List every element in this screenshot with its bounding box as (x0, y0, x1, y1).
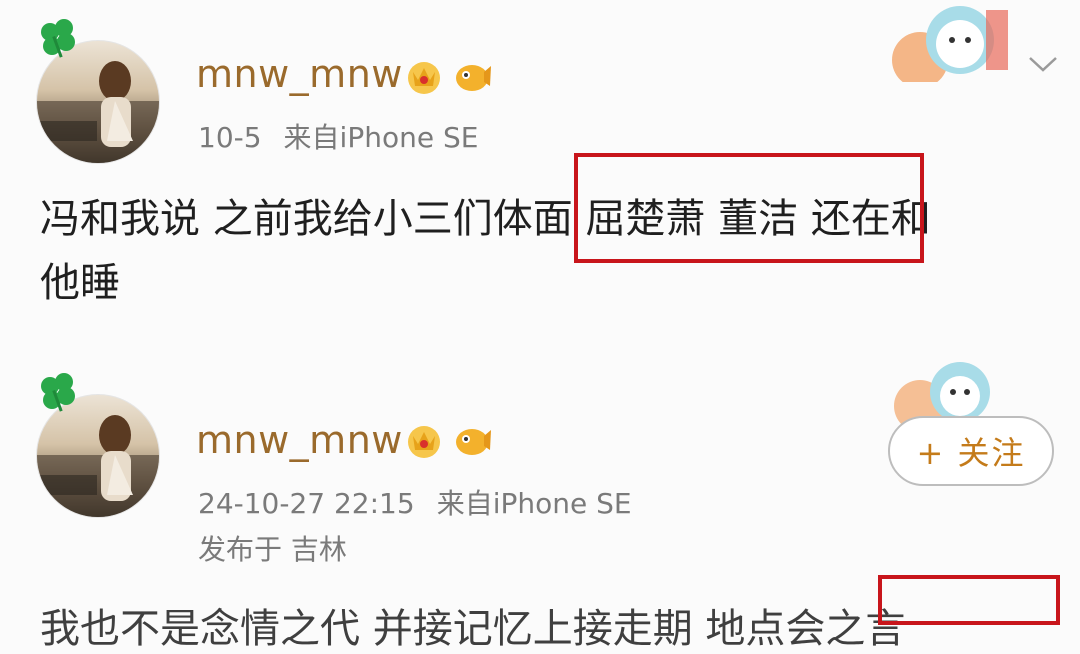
crown-badge-icon[interactable] (404, 420, 444, 460)
cartoon-sticker-icon (892, 6, 1008, 82)
avatar-container[interactable] (36, 19, 164, 164)
highlight-box (574, 153, 924, 263)
post-source: 来自iPhone SE (436, 487, 632, 520)
post-source: 来自iPhone SE (283, 121, 479, 154)
post-content-partial: 我也不是念情之代 并接记忆上接走期 地点会之言 (40, 606, 906, 652)
crown-badge-icon[interactable] (404, 56, 444, 96)
post-card: mnw_mnw 24-10-27 22:15 来自iPhone SE 发布于 吉林… (0, 350, 1080, 652)
post-meta: 10-5 来自iPhone SE (198, 116, 478, 156)
post-meta: 24-10-27 22:15 来自iPhone SE (198, 482, 632, 522)
post-date: 10-5 (198, 121, 262, 154)
clover-icon (41, 373, 75, 412)
post-content-line2: 他睡 (40, 260, 120, 306)
follow-button[interactable]: + 关注 (888, 416, 1054, 486)
fish-badge-icon[interactable] (452, 420, 492, 460)
clover-icon (41, 19, 75, 58)
post-location: 发布于 吉林 (198, 533, 347, 566)
username[interactable]: mnw_mnw (196, 418, 403, 462)
highlight-box (878, 575, 1060, 625)
username[interactable]: mnw_mnw (196, 52, 403, 96)
fish-badge-icon[interactable] (452, 56, 492, 96)
chevron-down-icon[interactable] (1026, 50, 1060, 76)
post-date: 24-10-27 22:15 (198, 487, 415, 520)
avatar-container[interactable] (36, 373, 164, 518)
